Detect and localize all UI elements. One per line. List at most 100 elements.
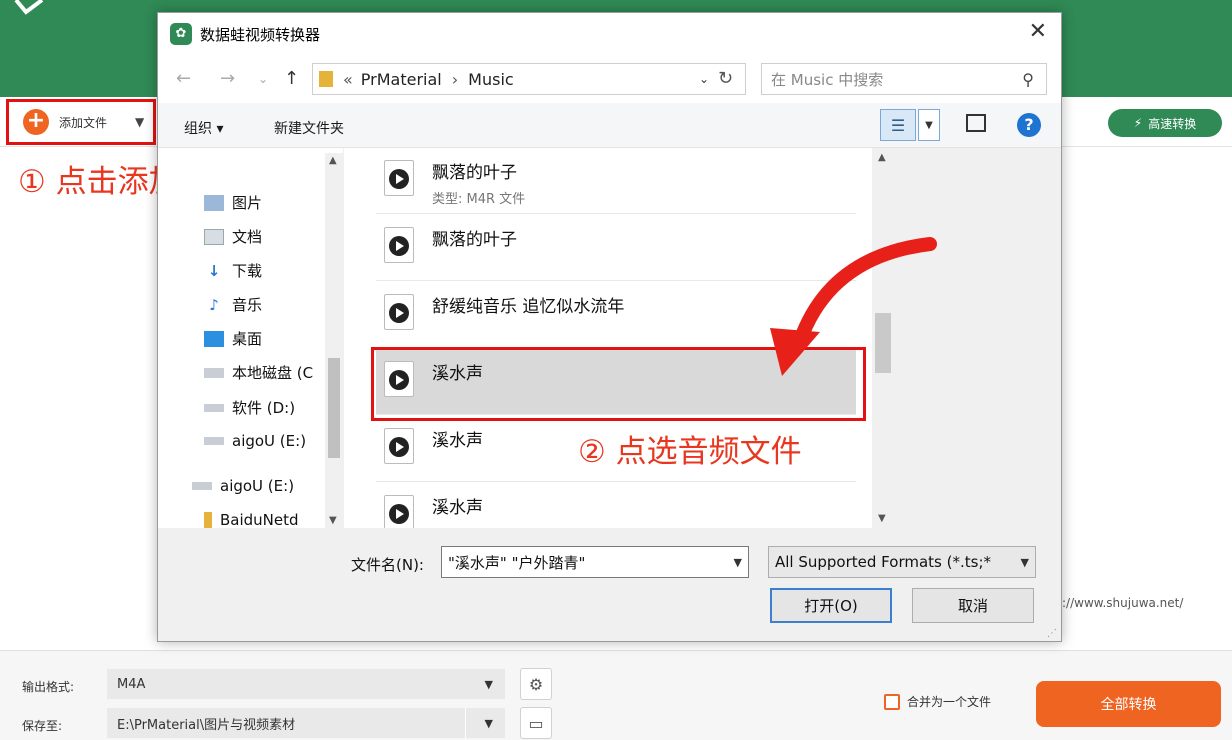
file-type-select[interactable]: All Supported Formats (*.ts;* ▼ <box>768 546 1036 578</box>
sidebar-item-drive-c[interactable]: 本地磁盘 (C <box>204 362 313 383</box>
file-name: 飘落的叶子 <box>432 230 517 250</box>
command-bar: 组织 ▾ 新建文件夹 ☰ ▼ ? <box>158 103 1061 148</box>
list-item[interactable]: 飘落的叶子 类型: M4R 文件 <box>376 148 856 214</box>
folder-icon: ▭ <box>528 713 544 733</box>
nav-scrollbar[interactable]: ▲ ▼ <box>325 153 343 528</box>
merge-label: 合并为一个文件 <box>907 695 992 709</box>
lightning-icon: ⚡ <box>1133 116 1143 130</box>
chevron-down-icon[interactable]: ▼ <box>734 556 742 569</box>
annotation-step2: ② 点选音频文件 <box>578 434 802 470</box>
chevron-down-icon[interactable]: ▼ <box>135 115 144 129</box>
sidebar-item-music[interactable]: ♪ 音乐 <box>204 294 262 315</box>
plus-icon: + <box>23 109 49 135</box>
file-name: 溪水声 <box>432 431 483 451</box>
nav-scrollbar-thumb[interactable] <box>328 358 340 458</box>
add-file-button[interactable]: + 添加文件 ▼ <box>6 99 156 145</box>
scroll-up-icon[interactable]: ▲ <box>329 155 337 166</box>
sidebar-item-label: 本地磁盘 (C <box>232 364 314 382</box>
sidebar-item-pictures[interactable]: 图片 <box>204 192 262 213</box>
save-path-value: E:\PrMaterial\图片与视频素材 <box>117 717 296 733</box>
divider <box>465 708 466 738</box>
search-icon: ⚲ <box>1022 69 1034 89</box>
recent-chevron-icon[interactable]: ⌄ <box>258 72 268 86</box>
audio-file-icon <box>384 160 414 196</box>
back-arrow-icon[interactable]: ← <box>176 68 191 89</box>
save-path-select[interactable]: E:\PrMaterial\图片与视频素材 ▼ <box>107 708 505 738</box>
dialog-title: 数据蛙视频转换器 <box>200 25 321 44</box>
filename-input[interactable]: "溪水声" "户外踏青" ▼ <box>441 546 749 578</box>
sidebar-item-label: 图片 <box>232 194 263 212</box>
watermark-url: ://www.shujuwa.net/ <box>1062 596 1184 610</box>
resize-grip-icon[interactable]: ⋰ <box>1047 628 1057 639</box>
speed-convert-button[interactable]: ⚡ 高速转换 <box>1108 109 1222 137</box>
up-arrow-icon[interactable]: ↑ <box>284 68 299 89</box>
drive-icon <box>204 367 224 378</box>
red-arrow-icon <box>770 237 937 376</box>
audio-file-icon <box>384 227 414 263</box>
help-icon[interactable]: ? <box>1017 113 1041 137</box>
file-type-value: All Supported Formats (*.ts;* <box>775 553 991 571</box>
search-input[interactable]: 在 Music 中搜索 ⚲ <box>761 63 1047 95</box>
folder-icon <box>204 512 212 528</box>
new-folder-button[interactable]: 新建文件夹 <box>274 118 344 138</box>
refresh-icon[interactable]: ↻ <box>718 68 733 89</box>
sidebar-item-desktop[interactable]: 桌面 <box>204 328 262 349</box>
format-settings-button[interactable]: ⚙ <box>520 668 552 700</box>
file-name: 飘落的叶子 <box>432 163 517 183</box>
chevron-down-icon[interactable]: ⌄ <box>699 72 709 86</box>
file-type: 类型: M4R 文件 <box>432 192 526 207</box>
breadcrumb-item[interactable]: Music <box>468 70 514 89</box>
sidebar-item-label: 下载 <box>232 262 263 280</box>
filename-value: "溪水声" "户外踏青" <box>448 553 586 572</box>
sidebar-item-label: 文档 <box>232 228 263 246</box>
drive-icon <box>192 482 212 490</box>
navigation-pane: 图片 文档 ↓ 下载 ♪ 音乐 桌面 本地磁盘 (C 软件 (D:) aigoU <box>158 148 343 529</box>
open-button[interactable]: 打开(O) <box>770 588 892 623</box>
sidebar-item-documents[interactable]: 文档 <box>204 226 262 247</box>
list-item[interactable]: 溪水声 <box>376 483 856 528</box>
chevron-down-icon: ▼ <box>484 716 493 730</box>
gear-icon: ⚙ <box>528 674 544 694</box>
scroll-up-icon[interactable]: ▲ <box>878 152 886 163</box>
address-bar[interactable]: « PrMaterial › Music ⌄ <box>312 63 746 95</box>
view-details-icon[interactable]: ☰ <box>880 109 916 141</box>
desktop-icon <box>204 330 224 347</box>
file-name: 溪水声 <box>432 498 483 518</box>
merge-checkbox[interactable]: 合并为一个文件 <box>884 693 991 710</box>
save-to-label: 保存至: <box>22 719 63 733</box>
sidebar-item-downloads[interactable]: ↓ 下载 <box>204 260 262 281</box>
file-name: 舒缓纯音乐 追忆似水流年 <box>432 297 625 317</box>
breadcrumb-item[interactable]: PrMaterial <box>361 70 442 89</box>
close-icon[interactable]: ✕ <box>1029 19 1047 44</box>
breadcrumb-overflow[interactable]: « <box>343 70 353 89</box>
sidebar-item-drive-e[interactable]: aigoU (E:) <box>204 432 306 450</box>
folder-icon <box>319 71 333 87</box>
open-folder-button[interactable]: ▭ <box>520 707 552 739</box>
sidebar-item-drive-d[interactable]: 软件 (D:) <box>204 397 295 418</box>
convert-all-button[interactable]: 全部转换 <box>1036 681 1221 727</box>
speed-label: 高速转换 <box>1148 116 1197 131</box>
output-format-value: M4A <box>117 676 146 692</box>
pictures-icon <box>204 194 224 211</box>
sidebar-item-label: BaiduNetd <box>220 511 299 529</box>
preview-pane-icon[interactable] <box>966 114 986 132</box>
organize-menu[interactable]: 组织 ▾ <box>184 118 223 138</box>
sidebar-item-baidunetdisk[interactable]: BaiduNetd <box>204 511 299 529</box>
music-icon: ♪ <box>209 295 219 314</box>
audio-file-icon <box>384 294 414 330</box>
audio-file-icon <box>384 428 414 464</box>
sidebar-item-label: 软件 (D:) <box>232 399 296 417</box>
documents-icon <box>204 228 224 245</box>
scroll-down-icon[interactable]: ▼ <box>329 515 337 526</box>
drive-icon <box>204 437 224 445</box>
drive-icon <box>204 403 224 412</box>
sidebar-item-drive-e-root[interactable]: aigoU (E:) <box>192 477 294 495</box>
forward-arrow-icon[interactable]: → <box>220 68 235 89</box>
sidebar-item-label: aigoU (E:) <box>232 432 307 450</box>
view-options-chevron-icon[interactable]: ▼ <box>918 109 940 141</box>
output-format-select[interactable]: M4A ▼ <box>107 669 505 699</box>
download-icon: ↓ <box>207 261 221 280</box>
scroll-down-icon[interactable]: ▼ <box>878 513 886 524</box>
cancel-button[interactable]: 取消 <box>912 588 1034 623</box>
chevron-down-icon: ▼ <box>484 677 493 691</box>
